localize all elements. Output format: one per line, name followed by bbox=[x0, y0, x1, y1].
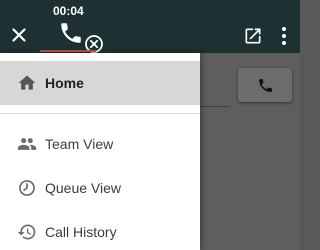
home-icon bbox=[18, 75, 36, 90]
timer-icon bbox=[19, 180, 35, 196]
active-call-button[interactable] bbox=[58, 20, 103, 53]
nav-item-call-history[interactable]: Call History bbox=[0, 210, 200, 250]
popout-button[interactable] bbox=[243, 26, 263, 46]
nav-item-label: Queue View bbox=[45, 180, 122, 196]
phone-icon bbox=[61, 23, 81, 43]
phone-icon bbox=[259, 79, 272, 92]
close-button[interactable] bbox=[8, 24, 30, 46]
more-options-button[interactable] bbox=[276, 26, 292, 46]
history-icon bbox=[17, 224, 36, 240]
close-icon bbox=[12, 28, 26, 42]
nav-item-home[interactable]: Home bbox=[0, 61, 200, 105]
dial-button[interactable] bbox=[238, 68, 292, 102]
open-in-new-icon bbox=[245, 28, 261, 44]
nav-item-label: Home bbox=[45, 75, 84, 91]
call-timer: 00:04 bbox=[53, 4, 84, 18]
dimmed-content-area bbox=[200, 53, 300, 250]
people-icon bbox=[17, 138, 37, 150]
content-divider bbox=[200, 106, 230, 107]
nav-item-team-view[interactable]: Team View bbox=[0, 122, 200, 166]
nav-item-queue-view[interactable]: Queue View bbox=[0, 166, 200, 210]
top-bar: 00:04 bbox=[0, 0, 300, 53]
drawer-divider bbox=[0, 113, 200, 114]
navigation-drawer: Home Team View Queue View Call History bbox=[0, 53, 200, 250]
nav-item-label: Team View bbox=[45, 136, 114, 152]
active-call-indicator bbox=[40, 50, 96, 52]
more-vert-icon bbox=[282, 27, 286, 45]
nav-item-label: Call History bbox=[45, 224, 117, 240]
